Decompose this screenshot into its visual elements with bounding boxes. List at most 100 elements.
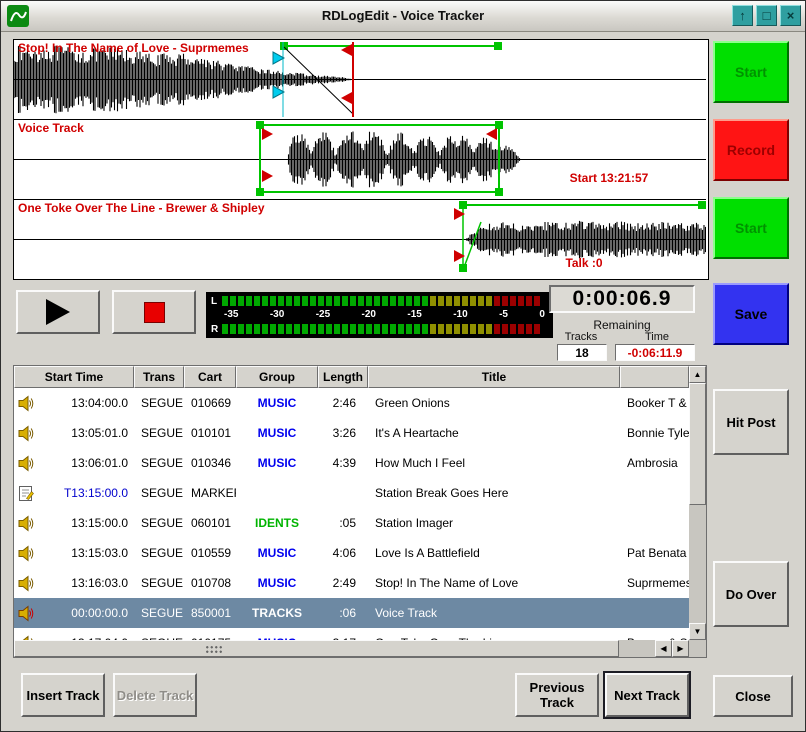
column-header[interactable]: Title (368, 366, 620, 388)
close-window-icon[interactable]: × (780, 5, 801, 26)
right-channel-label: R (211, 324, 222, 335)
row-title: Voice Track (368, 606, 620, 620)
stop-button[interactable] (112, 290, 196, 334)
elapsed-time-display: 0:00:06.9 (549, 285, 695, 313)
talk-start-marker-icon[interactable] (273, 52, 284, 64)
shade-window-icon[interactable]: ↑ (732, 5, 753, 26)
track-handle-icon[interactable] (459, 264, 467, 272)
log-row[interactable]: 00:00:00.0SEGUE850001TRACKS:06Voice Trac… (14, 598, 689, 628)
column-header[interactable]: Group (236, 366, 318, 388)
speaker-icon (18, 395, 35, 412)
next-track-button[interactable]: Next Track (605, 673, 689, 717)
row-length: 2:49 (318, 576, 368, 590)
track-start-marker-icon[interactable] (262, 170, 273, 182)
vertical-scrollbar[interactable]: ▲ ▼ (689, 366, 706, 640)
row-cart: MARKER (184, 486, 236, 500)
scroll-up-icon[interactable]: ▲ (689, 366, 706, 383)
tracks-remaining-value: 18 (557, 344, 607, 361)
maximize-window-icon[interactable]: □ (756, 5, 777, 26)
row-start-time: 13:15:00.0 (71, 516, 128, 530)
track-handle-icon[interactable] (495, 188, 503, 196)
log-row[interactable]: 13:06:01.0SEGUE010346MUSIC4:39How Much I… (14, 448, 689, 478)
voice-track-region (260, 125, 499, 192)
row-group: MUSIC (236, 426, 318, 440)
waveform-panel-previous-event[interactable]: Stop! In The Name of Love - Suprmemes (14, 40, 706, 120)
row-length: 4:39 (318, 456, 368, 470)
row-trans: SEGUE (134, 486, 184, 500)
log-row[interactable]: 13:15:00.0SEGUE060101IDENTS:05Station Im… (14, 508, 689, 538)
row-title: Green Onions (368, 396, 620, 410)
hit-post-button[interactable]: Hit Post (713, 389, 789, 455)
log-row[interactable]: T13:15:00.0SEGUEMARKERStation Break Goes… (14, 478, 689, 508)
row-group: MUSIC (236, 396, 318, 410)
row-group: TRACKS (236, 606, 318, 620)
row-title: It's A Heartache (368, 426, 620, 440)
row-artist: Booker T & (620, 396, 689, 410)
row-length: 2:46 (318, 396, 368, 410)
start-track3-button[interactable]: Start (713, 197, 789, 259)
row-length: 4:06 (318, 546, 368, 560)
speaker-red-icon (18, 605, 35, 622)
row-cart: 850001 (184, 606, 236, 620)
play-icon (46, 299, 70, 325)
row-trans: SEGUE (134, 396, 184, 410)
previous-track-button[interactable]: Previous Track (515, 673, 599, 717)
talk-start-marker-icon[interactable] (273, 86, 284, 98)
track-handle-icon[interactable] (459, 201, 467, 209)
vertical-scroll-thumb[interactable] (689, 383, 706, 505)
track-handle-icon[interactable] (256, 188, 264, 196)
scroll-right-icon[interactable]: ▶ (672, 640, 689, 657)
row-title: Stop! In The Name of Love (368, 576, 620, 590)
track-end-marker-icon[interactable] (486, 128, 497, 140)
row-length: :05 (318, 516, 368, 530)
column-header[interactable] (620, 366, 689, 388)
track-title: Voice Track (18, 121, 84, 135)
scroll-left-icon[interactable]: ◀ (655, 640, 672, 657)
log-row[interactable]: 13:05:01.0SEGUE010101MUSIC3:26It's A Hea… (14, 418, 689, 448)
log-row[interactable]: 13:16:03.0SEGUE010708MUSIC2:49Stop! In T… (14, 568, 689, 598)
column-header[interactable]: Start Time (14, 366, 134, 388)
meter-scale: -35-30-25-20-15-10-50 (224, 309, 545, 321)
row-trans: SEGUE (134, 516, 184, 530)
time-remaining-value: -0:06:11.9 (615, 344, 695, 361)
track-handle-icon[interactable] (494, 42, 502, 50)
scroll-down-icon[interactable]: ▼ (689, 623, 706, 640)
log-row[interactable]: 13:15:03.0SEGUE010559MUSIC4:06Love Is A … (14, 538, 689, 568)
column-header[interactable]: Cart (184, 366, 236, 388)
row-cart: 010559 (184, 546, 236, 560)
speaker-icon (18, 455, 35, 472)
segue-end-marker-icon[interactable] (341, 92, 352, 104)
log-table: Start TimeTransCartGroupLengthTitle 13:0… (13, 365, 707, 658)
log-row[interactable]: 13:04:00.0SEGUE010669MUSIC2:46Green Onio… (14, 388, 689, 418)
column-header[interactable]: Trans (134, 366, 184, 388)
row-trans: SEGUE (134, 576, 184, 590)
row-start-time: T13:15:00.0 (64, 486, 128, 500)
scrollbar-corner (689, 640, 706, 657)
waveform-panel-voice-track[interactable]: Voice Track Start 13:21:57 (14, 120, 706, 200)
row-start-time: 13:06:01.0 (71, 456, 128, 470)
track-title: One Toke Over The Line - Brewer & Shiple… (18, 201, 265, 215)
log-row[interactable]: 13:17:04.0SEGUE010175MUSIC3:17One Toke O… (14, 628, 689, 640)
row-trans: SEGUE (134, 546, 184, 560)
track-handle-icon[interactable] (256, 121, 264, 129)
start-track1-button[interactable]: Start (713, 41, 789, 103)
horizontal-scroll-thumb[interactable] (14, 640, 619, 657)
insert-track-button[interactable]: Insert Track (21, 673, 105, 717)
track-handle-icon[interactable] (495, 121, 503, 129)
stop-icon (144, 302, 165, 323)
waveform-panel-next-event[interactable]: One Toke Over The Line - Brewer & Shiple… (14, 200, 706, 279)
track-handle-icon[interactable] (698, 201, 706, 209)
column-header[interactable]: Length (318, 366, 368, 388)
track-handle-icon[interactable] (280, 42, 288, 50)
close-button[interactable]: Close (713, 675, 793, 717)
row-artist: Pat Benata (620, 546, 689, 560)
track-start-marker-icon[interactable] (262, 128, 273, 140)
tracks-remaining-label: Tracks (551, 331, 611, 343)
play-button[interactable] (16, 290, 100, 334)
save-button[interactable]: Save (713, 283, 789, 345)
do-over-button[interactable]: Do Over (713, 561, 789, 627)
titlebar[interactable]: RDLogEdit - Voice Tracker ↑ □ × (1, 1, 805, 32)
thumb-grip (205, 645, 223, 654)
horizontal-scrollbar[interactable]: ◀ ▶ (14, 640, 689, 657)
record-button[interactable]: Record (713, 119, 789, 181)
